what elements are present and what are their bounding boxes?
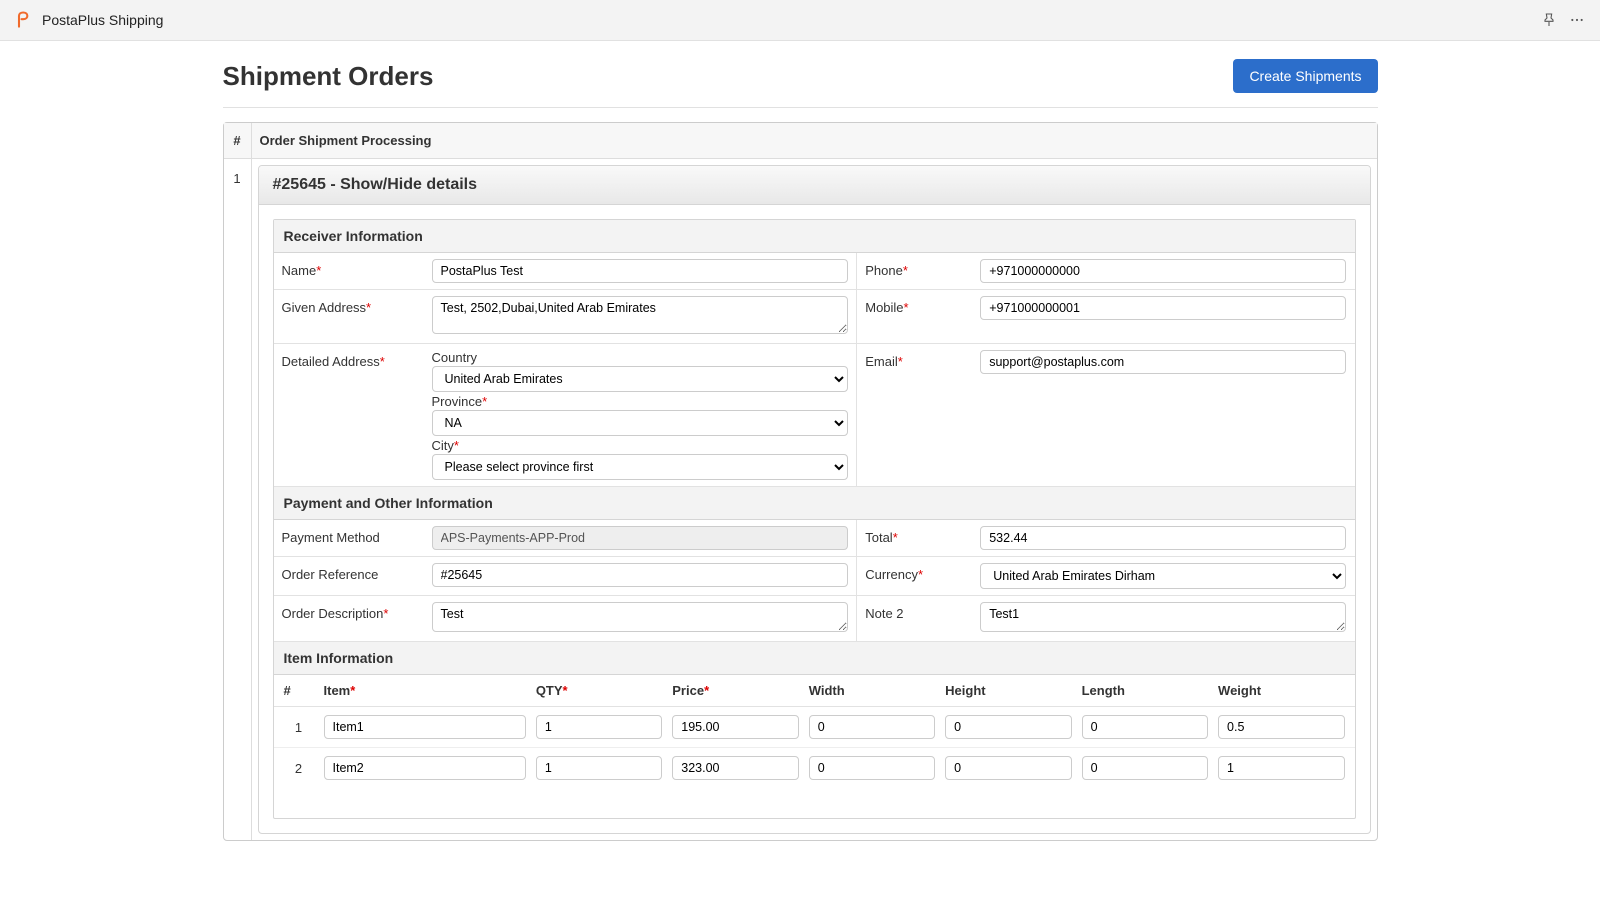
given-address-input[interactable]: Test, 2502,Dubai,United Arab Emirates: [432, 296, 849, 334]
item-col-length: Length: [1082, 683, 1208, 698]
city-select[interactable]: Please select province first: [432, 454, 849, 480]
item-col-num: #: [284, 683, 314, 698]
label-country: Country: [432, 350, 849, 365]
email-input[interactable]: [980, 350, 1346, 374]
section-receiver: Receiver Information: [274, 220, 1355, 253]
item-col-height: Height: [945, 683, 1071, 698]
item-index: 2: [284, 761, 314, 776]
pin-icon[interactable]: [1540, 11, 1558, 29]
label-email: Email*: [865, 350, 980, 480]
item-qty-input[interactable]: [536, 715, 662, 739]
item-price-input[interactable]: [672, 756, 798, 780]
item-name-input[interactable]: [324, 756, 526, 780]
label-province: Province*: [432, 394, 849, 409]
label-city: City*: [432, 438, 849, 453]
item-row: 2: [274, 748, 1355, 788]
label-detailed-address: Detailed Address*: [282, 350, 432, 480]
item-width-input[interactable]: [809, 756, 935, 780]
order-panel: #25645 - Show/Hide details Receiver Info…: [258, 165, 1371, 834]
label-mobile: Mobile*: [865, 296, 980, 337]
order-reference-input[interactable]: [432, 563, 849, 587]
label-payment-method: Payment Method: [282, 526, 432, 550]
item-length-input[interactable]: [1082, 756, 1208, 780]
country-select[interactable]: United Arab Emirates: [432, 366, 849, 392]
item-length-input[interactable]: [1082, 715, 1208, 739]
item-row: 1: [274, 707, 1355, 748]
province-select[interactable]: NA: [432, 410, 849, 436]
order-description-input[interactable]: Test: [432, 602, 849, 632]
page-title: Shipment Orders: [223, 61, 434, 92]
create-shipments-button[interactable]: Create Shipments: [1233, 59, 1377, 93]
item-col-width: Width: [809, 683, 935, 698]
label-total: Total*: [865, 526, 980, 550]
name-input[interactable]: [432, 259, 849, 283]
note2-input[interactable]: Test1: [980, 602, 1346, 632]
topbar: PostaPlus Shipping: [0, 0, 1600, 41]
label-name: Name*: [282, 259, 432, 283]
item-index: 1: [284, 720, 314, 735]
label-order-description: Order Description*: [282, 602, 432, 635]
item-weight-input[interactable]: [1218, 715, 1344, 739]
item-qty-input[interactable]: [536, 756, 662, 780]
more-icon[interactable]: [1568, 11, 1586, 29]
total-input[interactable]: [980, 526, 1346, 550]
item-weight-input[interactable]: [1218, 756, 1344, 780]
item-col-item: Item*: [324, 683, 526, 698]
item-height-input[interactable]: [945, 715, 1071, 739]
item-width-input[interactable]: [809, 715, 935, 739]
label-order-reference: Order Reference: [282, 563, 432, 589]
row-number: 1: [224, 159, 252, 840]
col-header-number: #: [224, 123, 252, 158]
phone-input[interactable]: [980, 259, 1346, 283]
item-col-qty: QTY*: [536, 683, 662, 698]
label-note2: Note 2: [865, 602, 980, 635]
item-height-input[interactable]: [945, 756, 1071, 780]
postaplus-logo-icon: [14, 10, 34, 30]
divider: [223, 107, 1378, 108]
item-col-price: Price*: [672, 683, 798, 698]
orders-table: # Order Shipment Processing 1 #25645 - S…: [223, 122, 1378, 841]
mobile-input[interactable]: [980, 296, 1346, 320]
label-phone: Phone*: [865, 259, 980, 283]
col-header-processing: Order Shipment Processing: [252, 123, 1377, 158]
currency-select[interactable]: United Arab Emirates Dirham: [980, 563, 1346, 589]
label-currency: Currency*: [865, 563, 980, 589]
section-payment: Payment and Other Information: [274, 487, 1355, 520]
item-price-input[interactable]: [672, 715, 798, 739]
item-col-weight: Weight: [1218, 683, 1344, 698]
payment-method-input: [432, 526, 849, 550]
app-title: PostaPlus Shipping: [42, 12, 163, 28]
label-given-address: Given Address*: [282, 296, 432, 337]
section-items: Item Information: [274, 642, 1355, 675]
panel-toggle[interactable]: #25645 - Show/Hide details: [259, 166, 1370, 205]
item-name-input[interactable]: [324, 715, 526, 739]
